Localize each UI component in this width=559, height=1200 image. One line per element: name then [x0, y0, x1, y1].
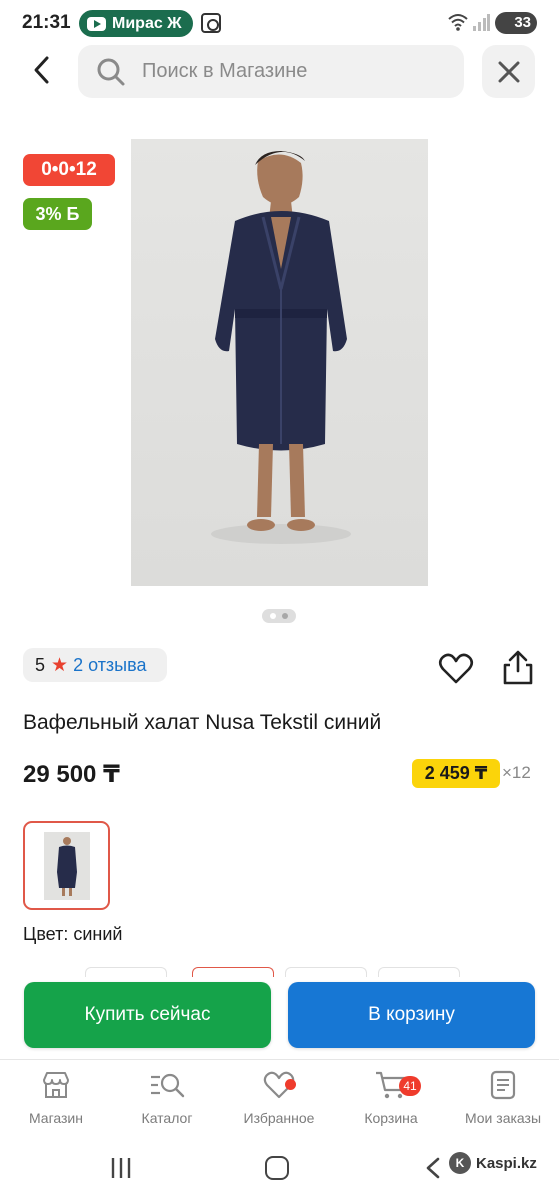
nav-label-orders: Мои заказы [464, 1110, 542, 1126]
close-button[interactable] [482, 45, 535, 98]
nav-label-cart: Корзина [364, 1110, 418, 1126]
rating-chip[interactable]: 5 ★ 2 отзыва [23, 648, 167, 682]
store-icon [43, 1072, 69, 1098]
star-icon: ★ [51, 654, 69, 676]
reviews-link[interactable]: 2 отзыва [73, 655, 146, 676]
chevron-left-icon [34, 56, 49, 84]
nav-label-store: Магазин [28, 1110, 83, 1126]
nav-item-catalog[interactable]: Каталог [117, 1070, 217, 1126]
cart-count-badge: 41 [399, 1076, 421, 1096]
installment-months: ×12 [502, 763, 531, 782]
add-to-cart-button[interactable]: В корзину [288, 982, 535, 1048]
color-thumbnail [43, 831, 90, 900]
kaspi-watermark-text: Kaspi.kz [476, 1154, 537, 1172]
bonus-badge: 3% Б [23, 198, 92, 230]
pagination-dot-active [270, 613, 276, 619]
youtube-pill-label: Мирас Ж [112, 14, 182, 32]
color-label: Цвет: синий [23, 924, 123, 944]
search-input[interactable]: Поиск в Магазине [78, 45, 464, 98]
close-icon [498, 61, 519, 82]
youtube-play-icon [87, 16, 106, 31]
system-navigation-bar: K Kaspi.kz [0, 1137, 559, 1200]
installment-price-chip[interactable]: 2 459 ₸ [412, 759, 500, 788]
size-option-peek-selected[interactable] [192, 967, 274, 977]
search-icon [97, 58, 125, 85]
screen-record-icon [201, 13, 221, 33]
kaspi-logo-icon: K [449, 1152, 471, 1174]
size-option-peek[interactable] [85, 967, 167, 977]
catalog-search-icon [151, 1073, 185, 1098]
product-price: 29 500 ₸ [23, 761, 120, 788]
wifi-icon [448, 14, 468, 31]
nav-label-catalog: Каталог [141, 1110, 193, 1126]
favorites-notification-dot [285, 1079, 296, 1090]
back-button[interactable] [22, 50, 62, 90]
system-back-icon[interactable] [424, 1157, 442, 1179]
youtube-notification-pill[interactable]: Мирас Ж [79, 10, 193, 37]
nav-item-orders[interactable]: Мои заказы [453, 1070, 553, 1126]
status-bar: 21:31 Мирас Ж 33 [0, 0, 559, 46]
image-pagination[interactable] [262, 609, 296, 623]
nav-item-favorites[interactable]: Избранное [229, 1070, 329, 1126]
kaspi-watermark: K Kaspi.kz [449, 1152, 537, 1174]
size-option-peek[interactable] [378, 967, 460, 977]
status-time: 21:31 [22, 12, 71, 33]
search-placeholder: Поиск в Магазине [142, 60, 308, 82]
share-icon[interactable] [500, 649, 536, 687]
battery-indicator: 33 [495, 12, 537, 34]
pagination-dot [282, 613, 288, 619]
color-option-selected[interactable] [23, 821, 110, 910]
rating-score: 5 [35, 654, 46, 675]
size-option-peek[interactable] [285, 967, 367, 977]
bottom-navigation: Магазин Каталог Избранное 41 Корзина Мои… [0, 1059, 559, 1137]
buy-now-button[interactable]: Купить сейчас [24, 982, 271, 1048]
nav-item-store[interactable]: Магазин [6, 1070, 106, 1126]
nav-label-favorites: Избранное [243, 1110, 315, 1126]
product-image[interactable] [131, 139, 428, 586]
favorite-heart-icon[interactable] [438, 651, 474, 687]
home-button-icon[interactable] [265, 1156, 289, 1180]
orders-icon [490, 1070, 516, 1100]
recent-apps-icon[interactable] [109, 1157, 133, 1179]
bathrobe-model-illustration [211, 151, 351, 544]
nav-item-cart[interactable]: 41 Корзина [341, 1070, 441, 1126]
signal-icon [473, 14, 490, 31]
product-title: Вафельный халат Nusa Tekstil синий [23, 711, 382, 734]
installment-badge: 0•0•12 [23, 154, 115, 186]
